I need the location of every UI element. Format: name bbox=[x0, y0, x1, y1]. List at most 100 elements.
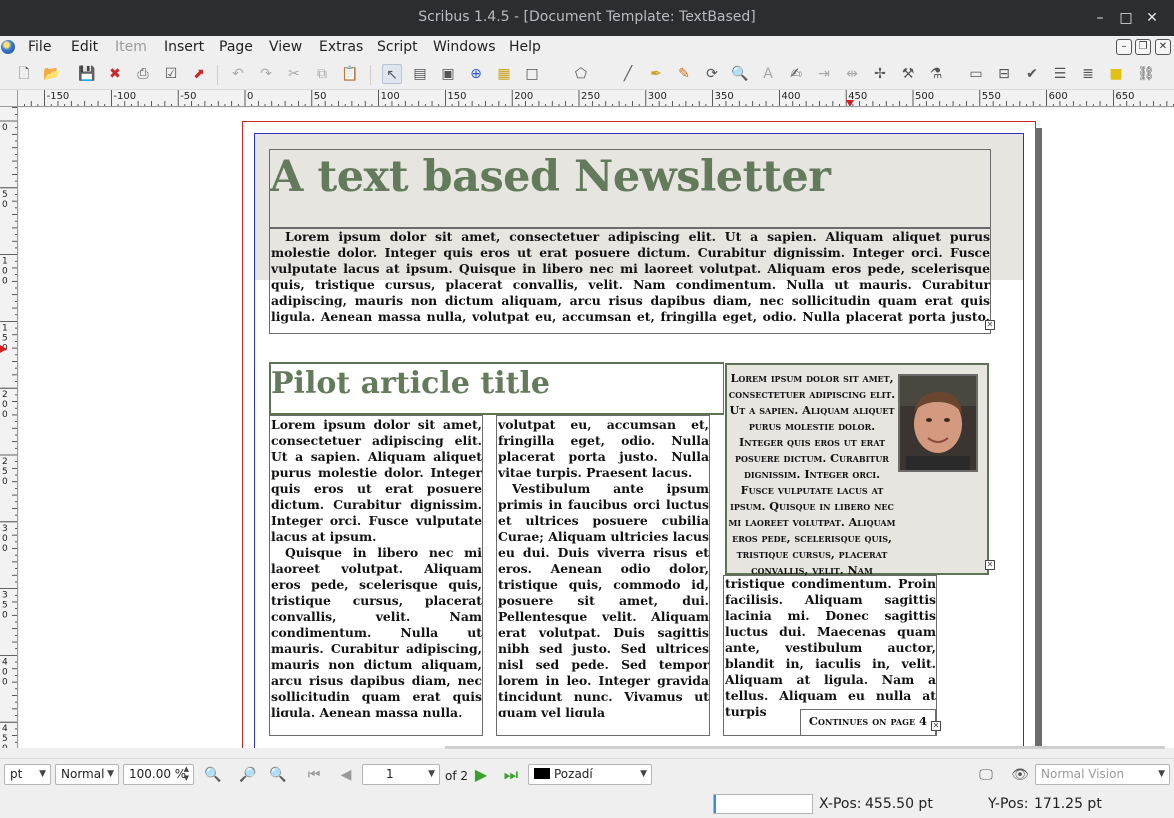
zoom-icon[interactable]: 🔍 bbox=[730, 64, 750, 84]
print-icon[interactable]: ⎙ bbox=[133, 64, 153, 84]
shape-icon[interactable]: □ bbox=[522, 64, 542, 84]
column-3-text[interactable]: tristique condimentum. Proin facilisis. … bbox=[725, 576, 936, 720]
menu-help[interactable]: Help bbox=[509, 39, 541, 55]
image-frame-icon[interactable]: ▣ bbox=[438, 64, 458, 84]
eyedropper-icon[interactable]: ⚗ bbox=[926, 64, 946, 84]
mdi-close-button[interactable]: ✕ bbox=[1155, 39, 1171, 55]
pdf-annotation-icon[interactable]: ■ bbox=[1106, 64, 1126, 84]
vertical-ruler[interactable]: 050100150200250300350400450 bbox=[0, 107, 18, 748]
column-3-overflow-marker-icon[interactable]: ✕ bbox=[931, 721, 941, 731]
new-document-icon[interactable]: 🗋 bbox=[14, 64, 34, 84]
ruler-label: 0 bbox=[2, 200, 8, 210]
zoom-in-icon[interactable]: 🔍 bbox=[268, 765, 288, 785]
article-title[interactable]: Pilot article title bbox=[271, 366, 550, 401]
progress-bar bbox=[713, 794, 813, 814]
ruler-label: 5 bbox=[2, 601, 8, 611]
table-icon[interactable]: ▦ bbox=[494, 64, 514, 84]
overflow-marker-icon[interactable]: ✕ bbox=[985, 320, 995, 330]
sidebar-overflow-marker-icon[interactable]: ✕ bbox=[985, 560, 995, 570]
ruler-label: 5 bbox=[2, 467, 8, 477]
minimize-window-button[interactable]: – bbox=[1089, 7, 1111, 29]
save-icon[interactable]: 💾 bbox=[77, 64, 97, 84]
redo-icon[interactable]: ↷ bbox=[256, 64, 276, 84]
ruler-label: 200 bbox=[514, 91, 533, 102]
next-page-icon[interactable]: ▶ bbox=[471, 765, 491, 785]
select-icon[interactable]: ↖ bbox=[382, 64, 402, 84]
first-page-icon[interactable]: ⏮ bbox=[304, 765, 324, 785]
paste-icon[interactable]: 📋 bbox=[340, 64, 360, 84]
menu-page[interactable]: Page bbox=[219, 39, 253, 55]
preflight-icon[interactable]: ☑ bbox=[161, 64, 181, 84]
newsletter-title[interactable]: A text based Newsletter bbox=[270, 152, 990, 202]
document-canvas[interactable]: A text based Newsletter Lorem ipsum dolo… bbox=[19, 108, 1174, 748]
open-icon[interactable]: 📂 bbox=[42, 64, 62, 84]
polygon-icon[interactable]: ⬠ bbox=[571, 64, 591, 84]
line-icon[interactable]: ╱ bbox=[618, 64, 638, 84]
pdf-button-icon[interactable]: ▭ bbox=[966, 64, 986, 84]
sidebar-text[interactable]: Lorem ipsum dolor sit amet, consectetuer… bbox=[728, 370, 896, 578]
menu-item[interactable]: Item bbox=[115, 39, 147, 55]
horizontal-ruler[interactable]: -150 -100 -50 0 50 100 150 200 250 300 350 400 450 50… bbox=[18, 90, 1174, 107]
ypos-value: 171.25 pt bbox=[1034, 796, 1102, 812]
edit-text-icon[interactable]: A bbox=[758, 64, 778, 84]
scribus-app-icon[interactable] bbox=[1, 40, 15, 54]
horizontal-scrollbar[interactable] bbox=[445, 746, 1165, 749]
page-total: of 2 bbox=[445, 769, 469, 783]
ruler-label: 0 bbox=[2, 267, 8, 277]
preview-mode-eye-icon[interactable]: 👁 bbox=[1010, 765, 1030, 785]
menu-edit[interactable]: Edit bbox=[71, 39, 98, 55]
column-1-paragraph-2: Quisque in libero nec mi laoreet volutpa… bbox=[271, 545, 482, 717]
measure-icon[interactable]: ✢ bbox=[870, 64, 890, 84]
text-frame-icon[interactable]: ▤ bbox=[410, 64, 430, 84]
export-pdf-icon[interactable]: ⬈ bbox=[189, 64, 209, 84]
render-frame-icon[interactable]: ⊕ bbox=[466, 64, 486, 84]
window-title-bar: Scribus 1.4.5 - [Document Template: Text… bbox=[0, 0, 1174, 36]
freehand-icon[interactable]: ✎ bbox=[674, 64, 694, 84]
mdi-minimize-button[interactable]: – bbox=[1116, 39, 1132, 55]
menu-windows[interactable]: Windows bbox=[433, 39, 496, 55]
column-1-text[interactable]: Lorem ipsum dolor sit amet, consectetuer… bbox=[271, 417, 482, 717]
menu-insert[interactable]: Insert bbox=[164, 39, 204, 55]
image-quality-select[interactable]: Normal ▼ bbox=[55, 764, 119, 785]
menu-view[interactable]: View bbox=[269, 39, 302, 55]
story-editor-icon[interactable]: ✍ bbox=[786, 64, 806, 84]
pdf-checkbox-icon[interactable]: ✔ bbox=[1022, 64, 1042, 84]
display-preview-icon[interactable]: 🖵 bbox=[976, 765, 996, 785]
layer-select[interactable]: Pozadí ▼ bbox=[528, 764, 652, 785]
bezier-icon[interactable]: ✒ bbox=[646, 64, 666, 84]
zoom-out-icon[interactable]: 🔍 bbox=[203, 765, 223, 785]
continues-label[interactable]: Continues on page 4 bbox=[800, 709, 936, 736]
menu-script[interactable]: Script bbox=[377, 39, 418, 55]
close-document-icon[interactable]: ✖ bbox=[105, 64, 125, 84]
close-window-button[interactable]: ✕ bbox=[1141, 7, 1163, 29]
zoom-100-icon[interactable]: 🔎 bbox=[238, 765, 258, 785]
link-frames-icon[interactable]: ⇥ bbox=[814, 64, 834, 84]
ruler-label: 4 bbox=[2, 657, 8, 667]
rotate-icon[interactable]: ⟳ bbox=[702, 64, 722, 84]
page-number-select[interactable]: 1 ▼ bbox=[362, 764, 440, 785]
ruler-label: 250 bbox=[581, 91, 600, 102]
copy-icon[interactable]: ⧉ bbox=[312, 64, 332, 84]
last-page-icon[interactable]: ⏭ bbox=[501, 765, 521, 785]
menu-extras[interactable]: Extras bbox=[319, 39, 363, 55]
unlink-frames-icon[interactable]: ⇹ bbox=[842, 64, 862, 84]
column-2-text[interactable]: volutpat eu, accumsan et, fringilla eget… bbox=[498, 417, 709, 717]
vision-mode-select[interactable]: Normal Vision ▼ bbox=[1035, 764, 1170, 785]
mdi-restore-button[interactable]: ❐ bbox=[1135, 39, 1151, 55]
menu-file[interactable]: File bbox=[28, 39, 51, 55]
ruler-label: 300 bbox=[648, 91, 667, 102]
previous-page-icon[interactable]: ◀ bbox=[336, 765, 356, 785]
pdf-link-icon[interactable]: ⛓ bbox=[1136, 64, 1156, 84]
pdf-textfield-icon[interactable]: ⊟ bbox=[994, 64, 1014, 84]
intro-paragraph[interactable]: Lorem ipsum dolor sit amet, consectetuer… bbox=[271, 229, 990, 327]
cut-icon[interactable]: ✂ bbox=[284, 64, 304, 84]
pdf-combobox-icon[interactable]: ☰ bbox=[1050, 64, 1070, 84]
author-photo[interactable] bbox=[898, 374, 978, 472]
undo-icon[interactable]: ↶ bbox=[228, 64, 248, 84]
copy-properties-icon[interactable]: ⚒ bbox=[898, 64, 918, 84]
zoom-input[interactable]: 100.00 % ▲ ▼ bbox=[123, 764, 194, 785]
pdf-listbox-icon[interactable]: ≣ bbox=[1078, 64, 1098, 84]
maximize-window-button[interactable]: □ bbox=[1115, 7, 1137, 29]
ruler-corner[interactable] bbox=[0, 90, 18, 107]
unit-select[interactable]: pt ▼ bbox=[4, 764, 51, 785]
